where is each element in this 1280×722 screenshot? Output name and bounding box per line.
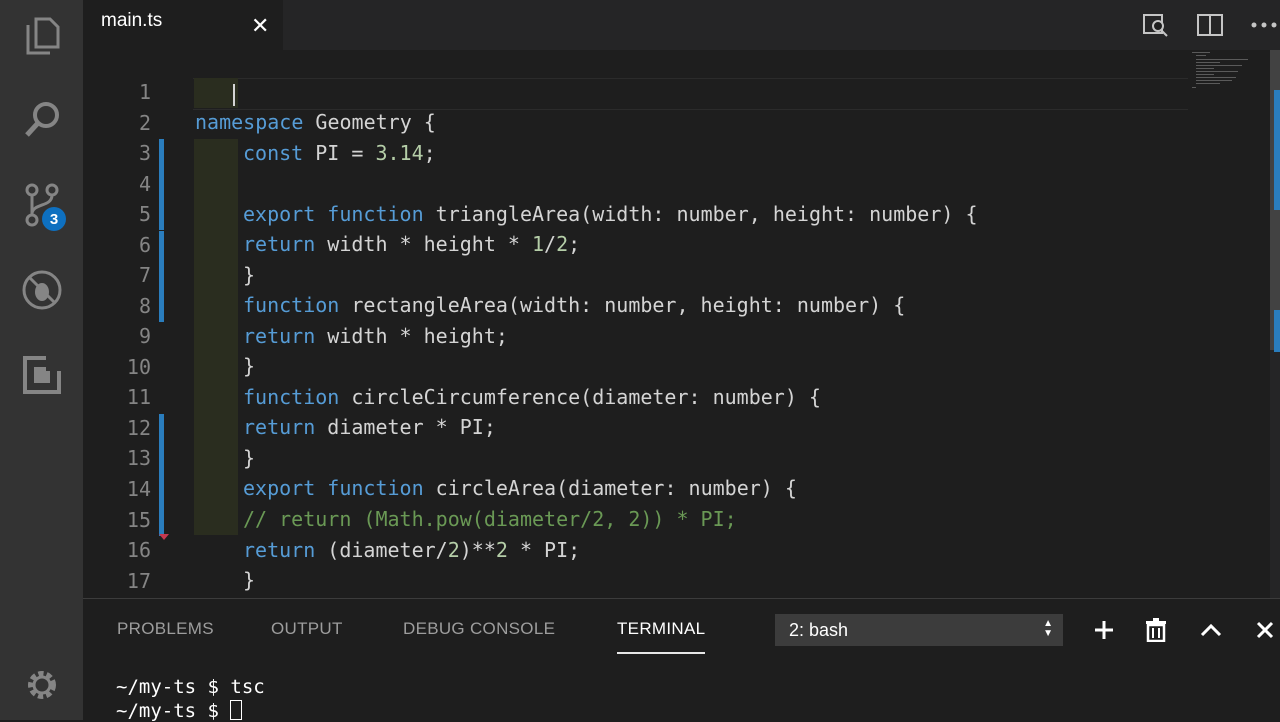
code-line: 17 } [83, 536, 1183, 593]
scroll-change-marker [1274, 310, 1280, 352]
code-line: 13 export function circleArea(diameter: … [83, 413, 1183, 500]
code-line: 12 } [83, 383, 1183, 470]
editor-tab-bar: main.ts ✕ [83, 0, 1280, 50]
code-line: 3 [83, 108, 1183, 165]
settings-button[interactable] [0, 655, 83, 715]
code-line: 6 } [83, 200, 1183, 287]
code-line: 8 return width * height; [83, 261, 1183, 348]
code-line: 18 [83, 566, 1183, 596]
code-line: 9 } [83, 291, 1183, 378]
code-line: 10 function circleCircumference(diameter… [83, 322, 1183, 409]
code-line: 15 return (diameter/2)**2 * PI; [83, 475, 1183, 562]
code-line: 5 return width * height * 1/2; [83, 169, 1183, 256]
preview-search-icon [1143, 14, 1168, 37]
minimap[interactable] [1188, 50, 1248, 100]
editor-scrollbar[interactable] [1270, 50, 1280, 598]
search-button[interactable] [0, 90, 83, 150]
terminal-line: ~/my-ts $ tsc [116, 676, 265, 698]
new-terminal-button[interactable] [1088, 614, 1120, 646]
code-editor[interactable]: 1 namespace Geometry { 2 const PI = 3.14… [83, 50, 1280, 598]
code-line: 16 } [83, 505, 1183, 592]
terminal-prompt: ~/my-ts $ [116, 700, 231, 722]
extensions-icon [22, 355, 62, 394]
split-editor-icon [1197, 14, 1223, 36]
code-line: 1 namespace Geometry { [83, 50, 1183, 134]
ellipsis-icon [1251, 22, 1277, 28]
search-icon [24, 102, 59, 137]
editor-tab-main-ts[interactable]: main.ts ✕ [83, 0, 283, 50]
code-line: 11 return diameter * PI; [83, 352, 1183, 439]
kill-terminal-button[interactable] [1140, 614, 1172, 646]
plus-icon [1095, 621, 1113, 639]
tab-debug-console[interactable]: DEBUG CONSOLE [403, 619, 555, 639]
gear-icon [27, 671, 56, 699]
code-line: 2 const PI = 3.14; [83, 78, 1183, 165]
scroll-change-marker [1274, 90, 1280, 210]
maximize-panel-button[interactable] [1195, 614, 1227, 646]
terminal-select-value: 2: bash [789, 619, 849, 640]
select-arrows-icon: ▲ ▼ [1043, 618, 1053, 639]
code-line: 4 export function triangleArea(width: nu… [83, 139, 1183, 226]
text-cursor [233, 84, 235, 106]
tab-problems[interactable]: PROBLEMS [117, 619, 214, 639]
bottom-panel: PROBLEMS OUTPUT DEBUG CONSOLE TERMINAL 2… [83, 598, 1280, 722]
tab-filename: main.ts [101, 10, 163, 31]
files-icon [26, 17, 59, 55]
terminal-line[interactable]: ~/my-ts $ [116, 700, 243, 722]
trash-icon [1146, 618, 1166, 642]
tab-output[interactable]: OUTPUT [271, 619, 343, 639]
close-panel-button[interactable] [1249, 614, 1280, 646]
code-line: 7 function rectangleArea(width: number, … [83, 230, 1183, 317]
more-actions-button[interactable] [1249, 10, 1279, 40]
debug-button[interactable] [0, 260, 83, 320]
debug-icon [22, 270, 61, 310]
extensions-button[interactable] [0, 345, 83, 405]
close-icon[interactable]: ✕ [251, 13, 269, 39]
source-control-button[interactable] [0, 175, 83, 235]
split-editor-button[interactable] [1195, 10, 1225, 40]
activity-bar: 3 [0, 0, 83, 720]
tab-terminal[interactable]: TERMINAL [617, 619, 706, 654]
explorer-button[interactable] [0, 5, 83, 65]
terminal-select[interactable]: 2: bash ▲ ▼ [775, 614, 1063, 646]
code-line: 14 // return (Math.pow(diameter/2, 2)) *… [83, 444, 1183, 531]
open-preview-button[interactable] [1141, 10, 1171, 40]
scm-badge: 3 [42, 207, 66, 231]
close-icon [1256, 621, 1274, 639]
terminal-cursor [230, 700, 243, 720]
chevron-up-icon [1200, 623, 1222, 637]
